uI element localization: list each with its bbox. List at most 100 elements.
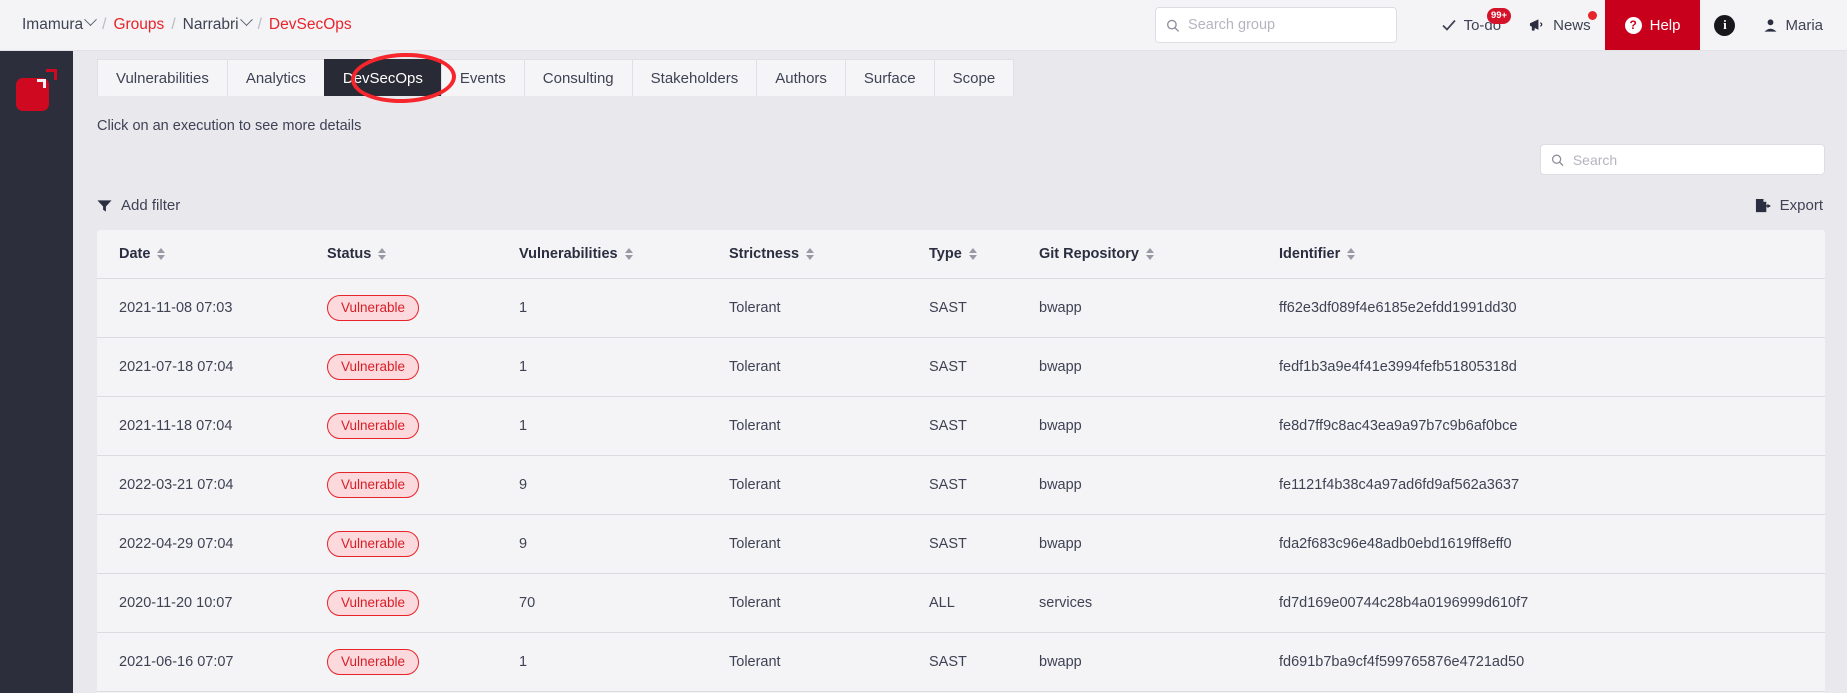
status-badge: Vulnerable <box>327 573 519 633</box>
cell-identifier: fedf1b3a9e4f41e3994fefb51805318d <box>1279 337 1825 397</box>
table-row[interactable]: 2021-07-18 07:04 Vulnerable 1 Tolerant SAST b… <box>97 337 1825 397</box>
check-icon <box>1441 19 1456 31</box>
column-label: Identifier <box>1279 246 1341 262</box>
cell-date: 2021-07-18 07:04 <box>97 337 327 397</box>
table-search-box[interactable] <box>1540 144 1825 175</box>
cell-git-repository: bwapp <box>1039 337 1279 397</box>
tab-surface[interactable]: Surface <box>844 59 935 96</box>
tab-analytics[interactable]: Analytics <box>226 59 325 96</box>
megaphone-icon <box>1530 19 1543 31</box>
sort-icon[interactable] <box>968 248 977 260</box>
sort-icon[interactable] <box>1347 248 1356 260</box>
tab-consulting[interactable]: Consulting <box>523 59 633 96</box>
table-row[interactable]: 2021-11-08 07:03 Vulnerable 1 Tolerant SAST b… <box>97 278 1825 338</box>
cell-identifier-value: fda2f683c96e48adb0ebd1619ff8eff0 <box>1279 536 1512 552</box>
column-header-type[interactable]: Type <box>929 230 1039 279</box>
cell-strictness-value: Tolerant <box>729 595 781 611</box>
filter-icon <box>97 199 112 212</box>
page-hint: Click on an execution to see more detail… <box>97 118 362 134</box>
user-menu[interactable]: Maria <box>1749 0 1847 50</box>
cell-vulnerabilities: 9 <box>519 455 729 515</box>
column-label: Status <box>327 246 372 262</box>
sort-icon[interactable] <box>157 248 166 260</box>
tab-vulnerabilities[interactable]: Vulnerabilities <box>97 59 228 96</box>
column-header-vulnerabilities[interactable]: Vulnerabilities <box>519 230 729 279</box>
tab-label: Vulnerabilities <box>116 69 209 87</box>
status-badge-value: Vulnerable <box>327 531 420 557</box>
sort-icon[interactable] <box>624 248 633 260</box>
tab-scope[interactable]: Scope <box>933 59 1015 96</box>
cell-type-value: SAST <box>929 536 967 552</box>
tab-stakeholders[interactable]: Stakeholders <box>631 59 758 96</box>
sort-icon[interactable] <box>378 248 387 260</box>
cell-git-repository: bwapp <box>1039 632 1279 692</box>
cell-strictness: Tolerant <box>729 514 929 574</box>
table-row[interactable]: 2020-11-20 10:07 Vulnerable 70 Tolerant ALL s… <box>97 573 1825 633</box>
status-badge-value: Vulnerable <box>327 295 420 321</box>
search-group-box[interactable] <box>1154 7 1397 43</box>
cell-date-value: 2020-11-20 10:07 <box>119 595 233 611</box>
column-header-status[interactable]: Status <box>327 230 519 279</box>
column-label: Vulnerabilities <box>519 246 618 262</box>
cell-identifier-value: ff62e3df089f4e6185e2efdd1991dd30 <box>1279 300 1517 316</box>
tab-devsecops[interactable]: DevSecOps <box>323 59 442 96</box>
cell-type: SAST <box>929 455 1039 515</box>
cell-vulnerabilities: 1 <box>519 337 729 397</box>
cell-vulnerabilities: 1 <box>519 396 729 456</box>
news-button[interactable]: News <box>1515 0 1605 50</box>
cell-git-repository-value: bwapp <box>1039 300 1082 316</box>
cell-strictness: Tolerant <box>729 455 929 515</box>
breadcrumb-separator: / <box>171 16 176 33</box>
table-row[interactable]: 2022-04-29 07:04 Vulnerable 9 Tolerant SAST b… <box>97 514 1825 574</box>
table-search-input[interactable] <box>1572 151 1814 168</box>
app-root: Imamura / Groups / Narrabri / DevSecOps … <box>0 0 1847 693</box>
table-head: Date Status Vulnerabilities Strictness T… <box>97 230 1825 279</box>
table-search-row <box>73 144 1847 175</box>
cell-type-value: SAST <box>929 359 967 375</box>
column-header-git-repository[interactable]: Git Repository <box>1039 230 1279 279</box>
status-badge: Vulnerable <box>327 455 519 515</box>
search-group-input[interactable] <box>1188 17 1386 33</box>
tab-events[interactable]: Events <box>440 59 525 96</box>
news-label: News <box>1553 16 1591 34</box>
cell-strictness-value: Tolerant <box>729 418 781 434</box>
info-glyph: i <box>1723 17 1727 32</box>
column-header-strictness[interactable]: Strictness <box>729 230 929 279</box>
tab-bar: Vulnerabilities Analytics DevSecOps Even… <box>73 51 1847 105</box>
app-logo[interactable] <box>15 69 58 111</box>
info-button[interactable]: i <box>1700 0 1749 50</box>
tab-label: Stakeholders <box>650 69 739 87</box>
cell-strictness-value: Tolerant <box>729 654 781 670</box>
column-header-identifier[interactable]: Identifier <box>1279 230 1825 279</box>
breadcrumb-item-devsecops[interactable]: DevSecOps <box>269 16 352 34</box>
cell-identifier-value: fd691b7ba9cf4f599765876e4721ad50 <box>1279 654 1525 670</box>
cell-git-repository-value: bwapp <box>1039 477 1082 493</box>
column-label: Git Repository <box>1039 246 1139 262</box>
table-row[interactable]: 2022-03-21 07:04 Vulnerable 9 Tolerant SAST b… <box>97 455 1825 515</box>
sort-icon[interactable] <box>806 248 815 260</box>
cell-strictness: Tolerant <box>729 632 929 692</box>
table-header-row: Date Status Vulnerabilities Strictness T… <box>97 230 1825 279</box>
cell-identifier-value: fedf1b3a9e4f41e3994fefb51805318d <box>1279 359 1517 375</box>
cell-date-value: 2022-03-21 07:04 <box>119 477 234 493</box>
tab-label: DevSecOps <box>342 69 423 87</box>
cell-strictness: Tolerant <box>729 337 929 397</box>
add-filter-button[interactable]: Add filter <box>97 197 180 214</box>
table-row[interactable]: 2021-11-18 07:04 Vulnerable 1 Tolerant SAST b… <box>97 396 1825 456</box>
cell-strictness: Tolerant <box>729 573 929 633</box>
status-badge-value: Vulnerable <box>327 649 420 675</box>
table-row[interactable]: 2021-06-16 07:07 Vulnerable 1 Tolerant SAST b… <box>97 632 1825 692</box>
help-button[interactable]: ? Help <box>1604 0 1701 50</box>
sort-icon[interactable] <box>1145 248 1154 260</box>
cell-git-repository: bwapp <box>1039 514 1279 574</box>
column-header-date[interactable]: Date <box>97 230 327 279</box>
tab-label: Analytics <box>245 69 306 87</box>
todo-button[interactable]: To-do 99+ <box>1427 0 1516 50</box>
breadcrumb-item-group[interactable]: Narrabri <box>183 13 253 34</box>
cell-date: 2021-06-16 07:07 <box>97 632 327 692</box>
tab-authors[interactable]: Authors <box>756 59 846 96</box>
breadcrumb-item-organization[interactable]: Imamura <box>22 13 98 34</box>
cell-git-repository: services <box>1039 573 1279 633</box>
breadcrumb-item-groups[interactable]: Groups <box>113 16 164 34</box>
export-button[interactable]: Export <box>1755 197 1823 214</box>
